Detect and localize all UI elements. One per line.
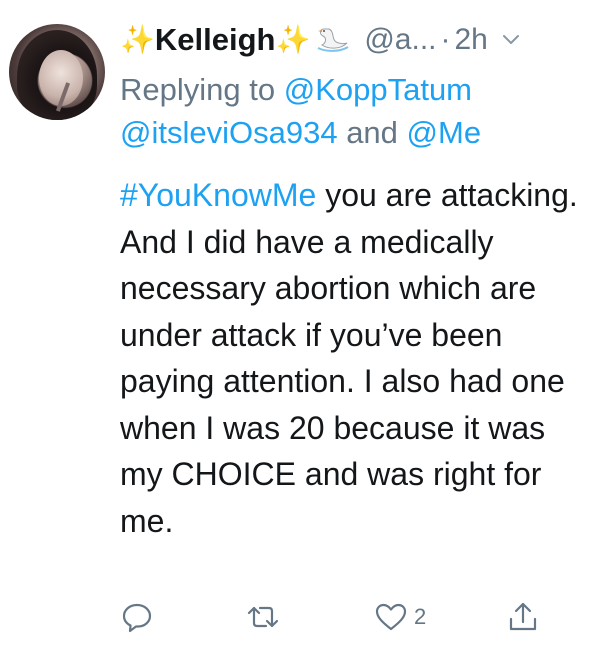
- swan-emoji: [317, 28, 349, 52]
- retweet-icon: [247, 606, 279, 628]
- hashtag-link[interactable]: #YouKnowMe: [120, 177, 316, 213]
- chevron-down-icon[interactable]: [500, 29, 522, 51]
- retweet-button[interactable]: [246, 600, 280, 634]
- share-button[interactable]: [506, 600, 540, 634]
- display-name-block[interactable]: ✨ Kelleigh ✨: [120, 22, 350, 58]
- heart-icon: [375, 603, 407, 631]
- tweet[interactable]: ✨ Kelleigh ✨ @a... · 2h Replying to @Kop…: [0, 0, 599, 646]
- user-handle[interactable]: @a...: [364, 23, 436, 57]
- tweet-actions: 2: [120, 600, 550, 640]
- replying-to-label: Replying to: [120, 72, 276, 107]
- tweet-text: #YouKnowMe you are attacking. And I did …: [120, 172, 580, 544]
- replying-to-line: Replying to @KoppTatum @itsleviOsa934 an…: [120, 68, 590, 154]
- timestamp[interactable]: 2h: [455, 23, 488, 57]
- tweet-header: ✨ Kelleigh ✨ @a... · 2h: [120, 18, 590, 62]
- tweet-body: you are attacking. And I did have a medi…: [120, 177, 578, 539]
- reply-icon: [122, 603, 152, 633]
- display-name[interactable]: Kelleigh: [155, 22, 276, 58]
- avatar[interactable]: [9, 24, 105, 120]
- reply-button[interactable]: [120, 600, 154, 634]
- like-button[interactable]: 2: [374, 600, 426, 634]
- reply-mention-me[interactable]: @Me: [407, 115, 482, 150]
- share-icon: [509, 602, 537, 631]
- sparkles-emoji-left: ✨: [120, 24, 155, 55]
- time-separator: ·: [440, 23, 451, 56]
- sparkles-emoji-right: ✨: [275, 24, 311, 55]
- reply-joiner: and: [346, 115, 398, 150]
- reply-mention-itslevi[interactable]: @itsleviOsa934: [120, 115, 338, 150]
- reply-mention-kopptatum[interactable]: @KoppTatum: [284, 72, 472, 107]
- like-count: 2: [414, 604, 427, 629]
